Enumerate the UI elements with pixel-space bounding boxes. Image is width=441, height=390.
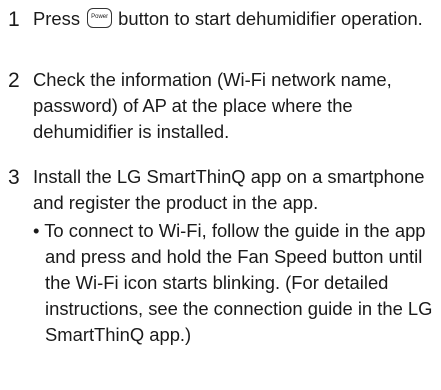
step-text: Press Power button to start dehumidifier … — [33, 6, 437, 32]
power-button-label: Power — [91, 14, 109, 20]
step-number: 2 — [8, 69, 20, 92]
step-number: 1 — [8, 8, 20, 31]
step-text: Install the LG SmartThinQ app on a smart… — [33, 166, 425, 213]
bullet-icon: • — [33, 220, 40, 241]
step-text-block: Install the LG SmartThinQ app on a smart… — [33, 164, 437, 348]
sub-bullet-item: • To connect to Wi-Fi, follow the guide … — [33, 218, 437, 348]
step-text-after: button to start dehumidifier operation. — [118, 8, 423, 29]
step-text: Check the information (Wi-Fi network nam… — [33, 69, 392, 142]
power-button-icon: Power — [87, 8, 113, 28]
step-text-before: Press — [33, 8, 81, 29]
sub-bullet-text: To connect to Wi-Fi, follow the guide in… — [44, 220, 433, 345]
step-number: 3 — [8, 166, 20, 189]
